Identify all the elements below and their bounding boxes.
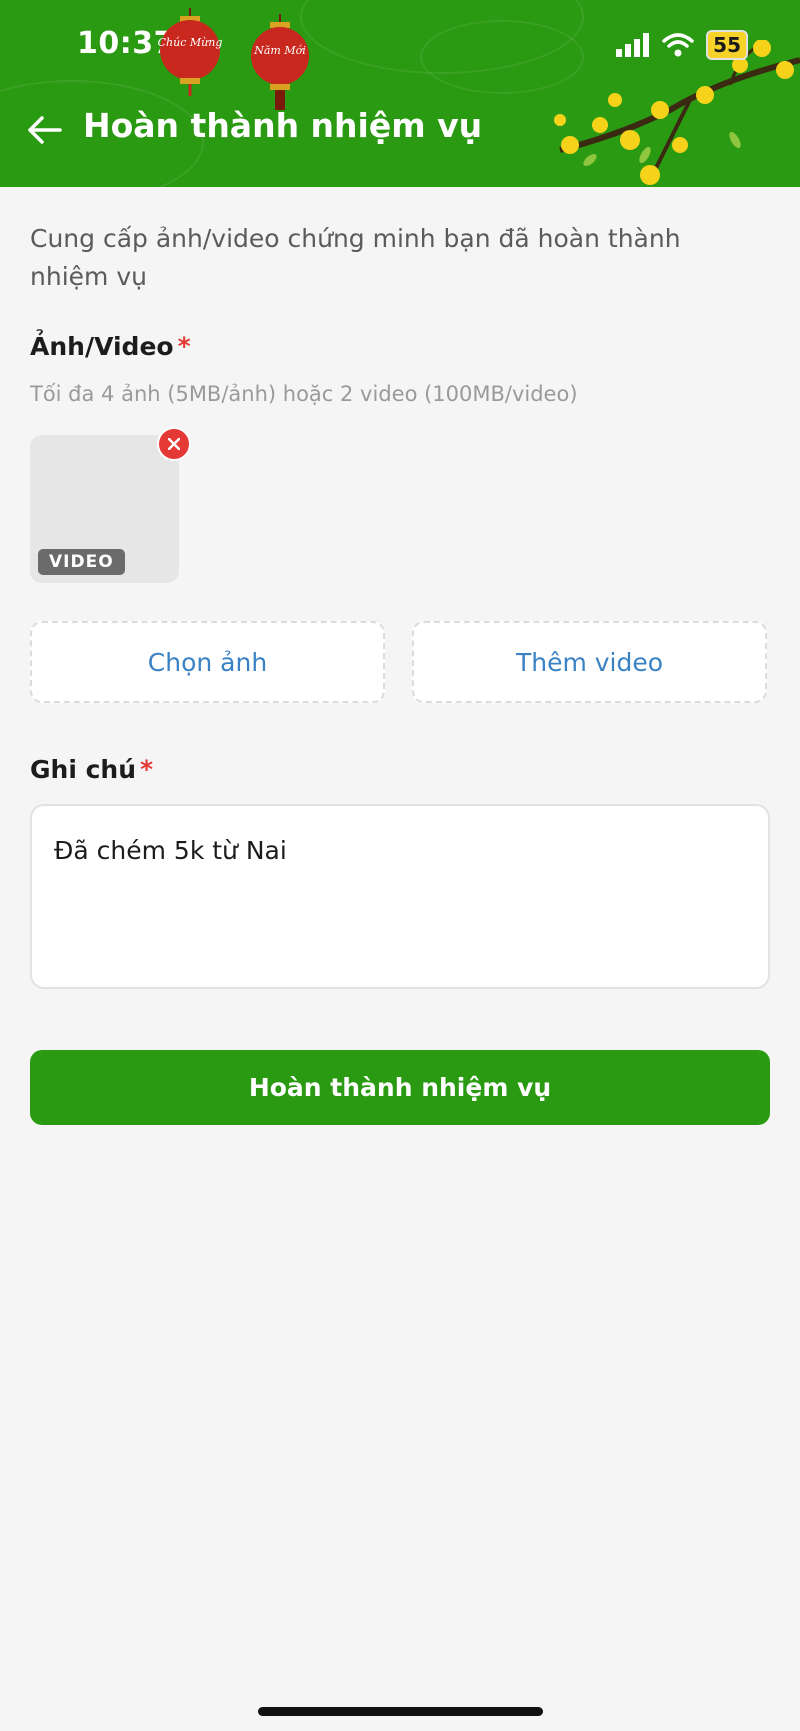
note-label: Ghi chú * [30, 755, 153, 784]
remove-media-button[interactable] [157, 427, 191, 461]
home-indicator [258, 1707, 543, 1716]
lantern-icon: Năm Mới [251, 14, 309, 110]
note-textarea[interactable]: Đã chém 5k từ Nai [30, 804, 770, 989]
page-title: Hoàn thành nhiệm vụ [83, 106, 483, 145]
lantern-text: Năm Mới [253, 44, 306, 57]
back-arrow-icon[interactable] [24, 110, 64, 150]
note-label-text: Ghi chú [30, 755, 137, 784]
status-icons: 55 [616, 30, 748, 60]
choose-photo-button[interactable]: Chọn ảnh [30, 621, 385, 703]
complete-task-button[interactable]: Hoàn thành nhiệm vụ [30, 1050, 770, 1125]
apricot-blossom-icon [554, 40, 800, 185]
add-video-button[interactable]: Thêm video [412, 621, 767, 703]
wifi-icon [662, 33, 694, 57]
lantern-text: Chúc Mừng [158, 36, 222, 49]
media-hint: Tối đa 4 ảnh (5MB/ảnh) hoặc 2 video (100… [30, 382, 578, 406]
cellular-signal-icon [616, 33, 650, 57]
intro-text: Cung cấp ảnh/video chứng minh bạn đã hoà… [30, 224, 681, 291]
required-mark: * [177, 332, 191, 361]
close-icon [168, 438, 180, 450]
video-thumbnail[interactable]: VIDEO [30, 427, 191, 583]
media-label-text: Ảnh/Video [30, 332, 174, 361]
lantern-icon: Chúc Mừng [158, 8, 222, 96]
video-badge: VIDEO [38, 549, 125, 575]
required-mark: * [140, 755, 154, 784]
battery-indicator: 55 [706, 30, 748, 60]
app-header: 10:37 Chúc Mừng Năm Mới 55 Hoàn thành nh… [0, 0, 800, 187]
media-label: Ảnh/Video * [30, 332, 191, 361]
